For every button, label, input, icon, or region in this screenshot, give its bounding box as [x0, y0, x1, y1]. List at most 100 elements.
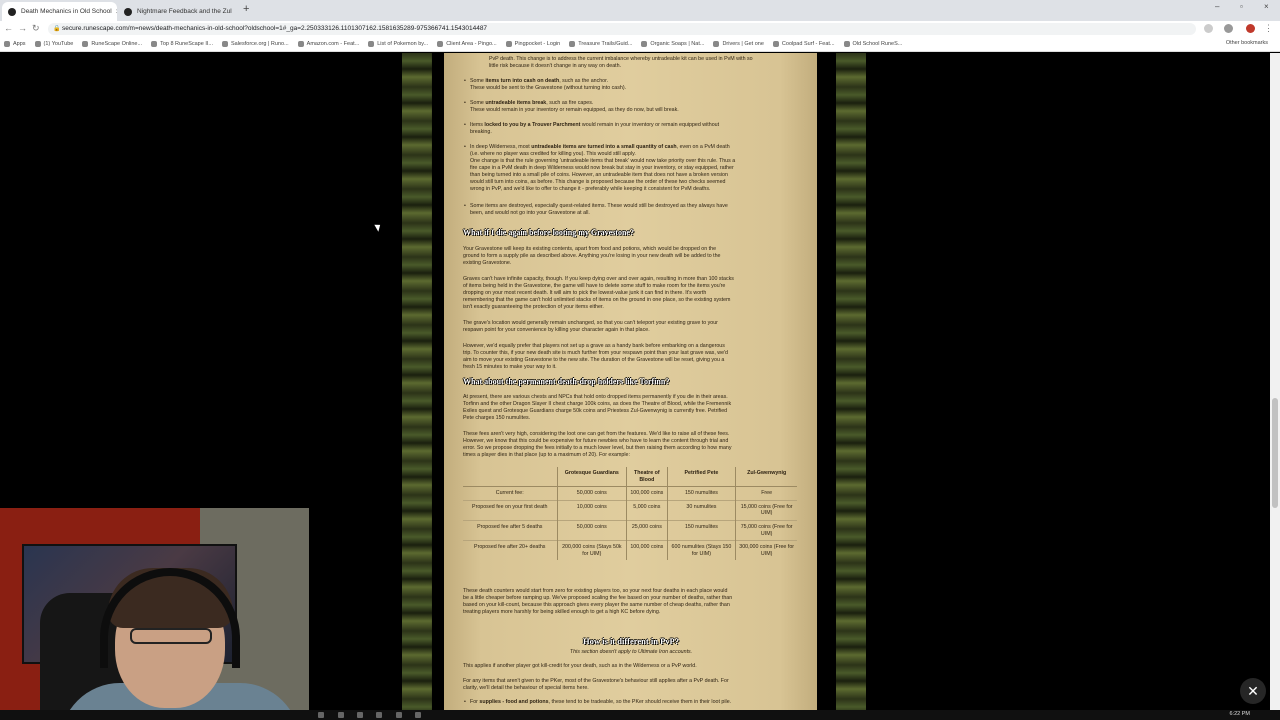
- bookmark-item[interactable]: Amazon.com - Feat...: [297, 41, 359, 47]
- table-header-row: Grotesque Guardians Theatre of Blood Pet…: [463, 467, 797, 488]
- text-span: would remain in your inventory or remain…: [580, 122, 720, 128]
- table-cell: 5,000 coins: [626, 499, 668, 521]
- scrollbar-thumb[interactable]: [1272, 398, 1278, 508]
- text-line: (i.e. where no player was credited for k…: [470, 151, 636, 157]
- bookmark-favicon-icon: [82, 41, 89, 47]
- page-scrollbar[interactable]: [1270, 53, 1280, 710]
- bookmark-star-icon[interactable]: [1204, 24, 1213, 33]
- paragraph: For any items that aren't given to the P…: [463, 678, 799, 692]
- text-line: fire cape in a PvM death in deep Wildern…: [470, 165, 734, 171]
- paragraph: These death counters would start from ze…: [463, 588, 799, 616]
- profile-avatar-icon[interactable]: [1246, 24, 1255, 33]
- table-cell: 600 numulites (Stays 150 for UIM): [666, 540, 736, 561]
- bookmark-item[interactable]: Salesforce.org | Runo...: [221, 41, 289, 47]
- tab-title: Death Mechanics in Old School: [21, 8, 112, 15]
- bookmark-item[interactable]: Old School RuneS...: [843, 41, 902, 47]
- text-line: clarity, we'll detail the behaviour of s…: [463, 685, 589, 691]
- back-icon[interactable]: ←: [4, 23, 13, 33]
- text-line: respawn point for your convenience by ki…: [463, 327, 650, 333]
- text-line: For any items that aren't given to the P…: [463, 678, 729, 684]
- section-heading: What about the permanent death-drop hold…: [463, 377, 670, 386]
- table-cell: Proposed fee on your first death: [463, 499, 557, 521]
- text-span: Some: [470, 100, 486, 106]
- text-span: , even on a PvM death: [676, 144, 730, 150]
- taskbar-app-icon[interactable]: [415, 712, 421, 718]
- menu-icon[interactable]: ⋮: [1264, 23, 1273, 34]
- paragraph: However, we'd equally prefer that player…: [463, 343, 799, 371]
- address-bar[interactable]: 🔒 secure.runescape.com/m=news/death-mech…: [48, 23, 1196, 35]
- bookmark-item[interactable]: Pingpocket - Login: [505, 41, 561, 47]
- bookmark-item[interactable]: Top 8 RuneScape II...: [151, 41, 213, 47]
- table-cell: 150 numulites: [666, 486, 736, 501]
- text-line: treating players more harshly for being …: [463, 609, 661, 615]
- tab-strip: Death Mechanics in Old School × Nightmar…: [0, 0, 1280, 21]
- extension-icon[interactable]: [1224, 24, 1233, 33]
- text-line: The grave's location would generally rem…: [463, 320, 718, 326]
- paragraph: Your Gravestone will keep its existing c…: [463, 246, 799, 267]
- bookmark-item[interactable]: Treasure Trails/Guid...: [569, 41, 632, 47]
- bookmark-favicon-icon: [569, 41, 576, 47]
- bookmark-item[interactable]: Organic Soaps | Nat...: [641, 41, 704, 47]
- taskbar-clock[interactable]: 6:22 PM: [1230, 711, 1250, 717]
- text-line: Graves can't have infinite capacity, tho…: [463, 276, 734, 282]
- text-bold: supplies - food and potions: [479, 699, 549, 705]
- table-row: Proposed fee after 20+ deaths 200,000 co…: [463, 540, 797, 561]
- table-header: Zul-Gwenwynig: [735, 467, 797, 488]
- taskbar-app-icon[interactable]: [357, 712, 363, 718]
- bookmark-item[interactable]: Apps: [4, 41, 26, 47]
- close-tab-icon[interactable]: ×: [232, 7, 237, 16]
- section-heading: What if I die again before looting my Gr…: [463, 228, 634, 237]
- text-line: existing Gravestone.: [463, 260, 512, 266]
- table-row: Current fee: 50,000 coins 100,000 coins …: [463, 486, 797, 501]
- table-cell: Proposed fee after 20+ deaths: [463, 540, 557, 561]
- table-cell: 30 numulites: [666, 499, 736, 521]
- bookmark-item[interactable]: Drivers | Get one: [713, 41, 764, 47]
- text-line: of items being held in the Gravestone, t…: [463, 283, 726, 289]
- section-subheading: This section doesn't apply to Ultimate I…: [569, 649, 693, 655]
- bookmark-label: Client Area - Pingo...: [446, 41, 497, 47]
- tab-death-mechanics[interactable]: Death Mechanics in Old School ×: [2, 2, 117, 21]
- taskbar-app-icon[interactable]: [396, 712, 402, 718]
- bookmark-favicon-icon: [151, 41, 158, 47]
- vine-shadow-left: [430, 53, 444, 710]
- bookmark-favicon-icon: [34, 41, 41, 47]
- bookmark-label: List of Pokemon by...: [377, 41, 429, 47]
- text-line: error. So we propose dropping the fees i…: [463, 445, 732, 451]
- taskbar-app-icon[interactable]: [376, 712, 382, 718]
- text-line: However, we'd equally prefer that player…: [463, 343, 725, 349]
- bookmark-favicon-icon: [713, 41, 720, 47]
- close-window-icon[interactable]: ×: [1264, 2, 1269, 11]
- text-line: fresh 15 minutes to make your way to it.: [463, 364, 557, 370]
- bookmark-item[interactable]: List of Pokemon by...: [368, 41, 428, 47]
- table-cell: 50,000 coins: [556, 486, 627, 501]
- bookmark-favicon-icon: [4, 41, 10, 47]
- maximize-icon[interactable]: ▫: [1240, 2, 1243, 11]
- text-line: Exiles quest and Grotesque Guardians cha…: [463, 408, 728, 414]
- bookmark-label: Pingpocket - Login: [514, 41, 561, 47]
- text-line: trip. To counter this, if your new death…: [463, 350, 728, 356]
- text-bold: items turn into cash on death: [485, 78, 560, 84]
- reload-icon[interactable]: ↻: [32, 23, 40, 34]
- minimize-icon[interactable]: –: [1215, 2, 1219, 11]
- text-line: These fees aren't very high, considering…: [463, 431, 730, 437]
- taskbar-app-icon[interactable]: [338, 712, 344, 718]
- new-tab-icon[interactable]: +: [243, 3, 249, 15]
- text-line: Some items are destroyed, especially que…: [470, 203, 728, 209]
- bookmark-item[interactable]: RuneScape Online...: [82, 41, 142, 47]
- tab-nightmare-feedback[interactable]: Nightmare Feedback and the Zul ×: [118, 2, 236, 21]
- text-span: , such as the anchor.: [559, 78, 609, 84]
- bookmark-item[interactable]: Client Area - Pingo...: [437, 41, 497, 47]
- other-bookmarks[interactable]: Other bookmarks: [1226, 40, 1268, 46]
- bookmark-item[interactable]: (1) YouTube: [34, 41, 73, 47]
- section-heading: How is it different in PvP?: [583, 636, 679, 646]
- close-tab-icon[interactable]: ×: [112, 7, 117, 16]
- list-item: Items locked to you by a Trouver Parchme…: [464, 122, 792, 136]
- bookmark-item[interactable]: Coolpad Surf - Feat...: [772, 41, 835, 47]
- vine-border-right: [836, 53, 866, 710]
- text-line: would still turn into coins, as before. …: [470, 179, 726, 185]
- url-text: secure.runescape.com/m=news/death-mechan…: [62, 25, 488, 32]
- start-icon[interactable]: [318, 712, 324, 718]
- text-line: Torfinn and the other Dragon Slayer II c…: [463, 401, 732, 407]
- runescape-favicon-icon: [124, 7, 132, 16]
- forward-icon[interactable]: →: [18, 23, 27, 33]
